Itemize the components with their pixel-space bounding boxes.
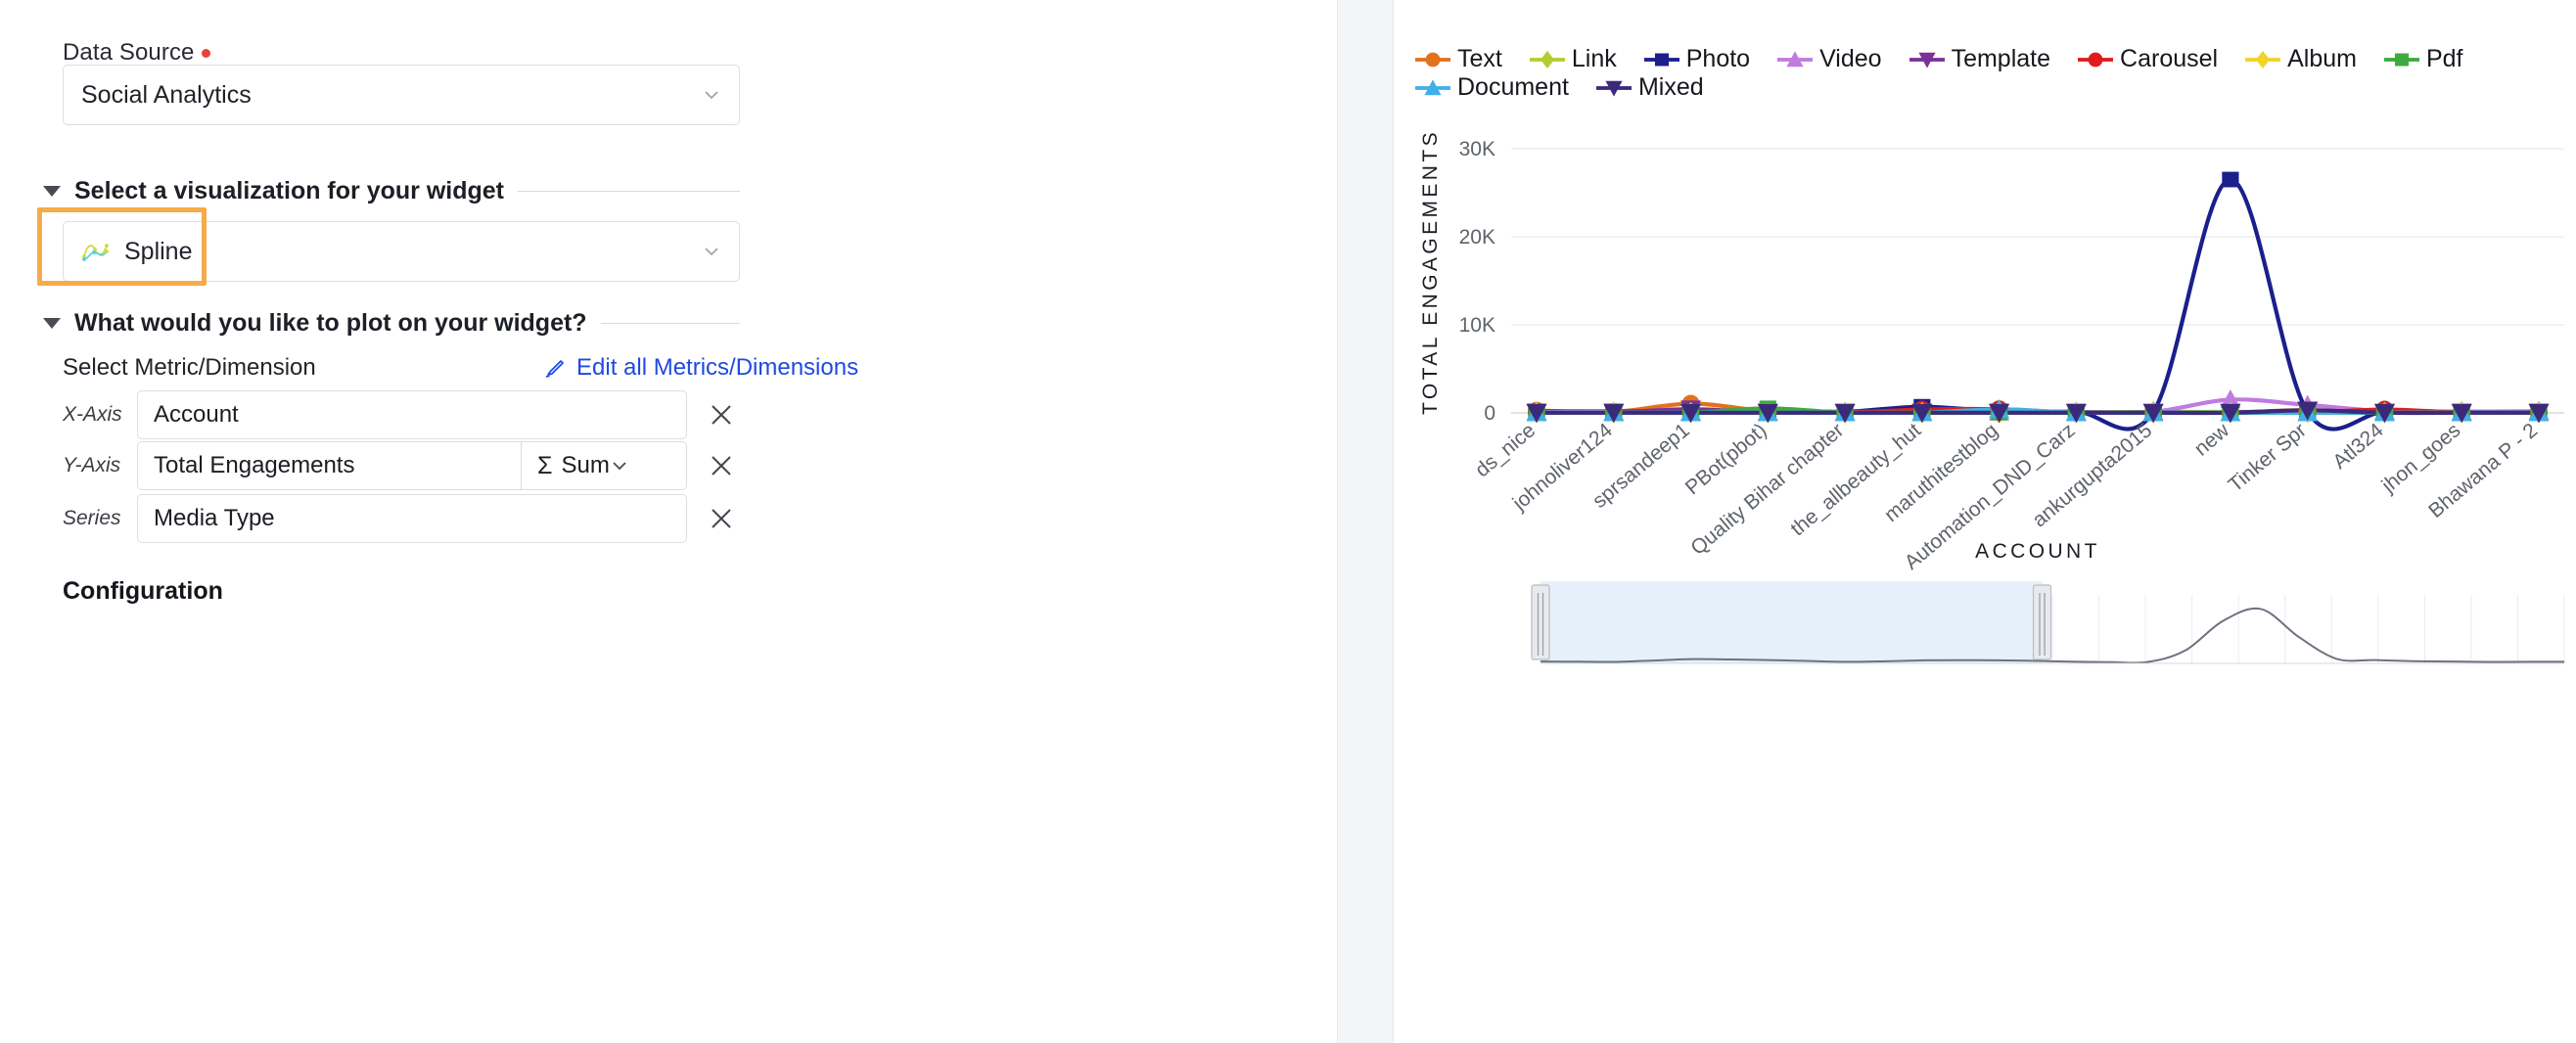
legend-marker-mixed-icon (1595, 77, 1632, 99)
y-axis-aggregation-select[interactable]: Σ Sum (521, 441, 687, 490)
x-axis-row: X-Axis Account (63, 389, 738, 440)
y-axis-aggregation-value: Sum (561, 452, 610, 478)
series-field[interactable]: Media Type (137, 494, 687, 543)
visualization-section-title: Select a visualization for your widget (74, 177, 504, 204)
legend-marker-template-icon (1909, 49, 1945, 70)
collapse-triangle-icon[interactable] (43, 186, 61, 197)
chevron-down-icon (702, 85, 721, 105)
chart-legend: Text Link Photo Video Template Carousel Album P… (1415, 45, 2570, 102)
legend-marker-video-icon (1777, 49, 1814, 70)
legend-marker-photo-icon (1643, 49, 1679, 70)
legend-item-template[interactable]: Template (1909, 45, 2050, 73)
chart-text-label: the_allbeauty_hut (1786, 419, 1925, 540)
legend-label: Text (1457, 45, 1502, 72)
x-axis-field[interactable]: Account (137, 390, 687, 439)
legend-label: Photo (1685, 45, 1751, 72)
configuration-heading: Configuration (63, 577, 223, 605)
legend-item-document[interactable]: Document (1415, 73, 1569, 102)
chart-text-label: Quality Bihar chapter (1686, 419, 1848, 560)
sigma-icon: Σ (537, 451, 553, 479)
visualization-value: Spline (124, 237, 193, 265)
remove-x-axis-button[interactable] (705, 398, 738, 431)
required-indicator-icon (201, 49, 210, 59)
edit-all-metrics-label: Edit all Metrics/Dimensions (576, 354, 859, 381)
legend-item-album[interactable]: Album (2245, 45, 2357, 73)
visualization-section-header[interactable]: Select a visualization for your widget (43, 177, 740, 205)
legend-marker-carousel-icon (2078, 49, 2114, 70)
legend-label: Pdf (2425, 45, 2463, 72)
legend-marker-document-icon (1415, 77, 1450, 99)
spline-chart: 010K20K30KTOTAL ENGAGEMENTSds_nicejohnol… (1419, 129, 2565, 664)
legend-label: Link (1571, 45, 1617, 72)
legend-item-link[interactable]: Link (1529, 45, 1617, 73)
chart-preview-panel: Text Link Photo Video Template Carousel Album P… (1394, 0, 2576, 1043)
legend-marker-text-icon (1415, 49, 1450, 70)
series-value: Media Type (154, 505, 275, 531)
y-axis-row: Y-Axis Total Engagements Σ Sum (63, 440, 738, 491)
panel-divider (1337, 0, 1394, 1043)
series-label: Series (63, 507, 121, 529)
series-line (1534, 177, 2542, 431)
collapse-triangle-icon[interactable] (43, 318, 61, 329)
legend-item-pdf[interactable]: Pdf (2383, 45, 2463, 73)
chart-text-label: 20K (1459, 226, 1495, 249)
data-source-label: Data Source (63, 39, 195, 66)
legend-label: Carousel (2120, 45, 2219, 72)
section-divider (518, 191, 740, 192)
series-row: Series Media Type (63, 493, 738, 544)
x-axis-value: Account (154, 401, 239, 428)
chart-text-label: new (2190, 419, 2234, 461)
y-axis-field[interactable]: Total Engagements (137, 441, 521, 490)
edit-all-metrics-link[interactable]: Edit all Metrics/Dimensions (543, 354, 858, 382)
data-source-select[interactable]: Social Analytics (63, 65, 740, 125)
y-axis-value: Total Engagements (154, 452, 355, 478)
chart-text-label: 0 (1484, 402, 1495, 425)
chevron-down-icon (702, 242, 721, 261)
x-axis-label: X-Axis (63, 403, 122, 426)
chart-text-label: 10K (1459, 314, 1495, 337)
legend-marker-pdf-icon (2383, 49, 2419, 70)
chart-text-label: 30K (1459, 138, 1495, 160)
remove-y-axis-button[interactable] (705, 449, 738, 482)
plot-section-title: What would you like to plot on your widg… (74, 309, 587, 337)
legend-label: Template (1951, 45, 2051, 72)
widget-builder-screen: Data Source Social Analytics Select a vi… (0, 0, 2576, 1043)
chevron-down-icon (610, 456, 629, 476)
legend-label: Mixed (1637, 73, 1704, 101)
chart-text-label: Tinker Spr (2225, 419, 2311, 496)
legend-item-carousel[interactable]: Carousel (2078, 45, 2218, 73)
chart-text-label: ds_nice (1471, 419, 1540, 481)
legend-label: Album (2287, 45, 2357, 72)
legend-item-photo[interactable]: Photo (1643, 45, 1751, 73)
legend-label: Video (1819, 45, 1882, 72)
remove-series-button[interactable] (705, 502, 738, 535)
section-divider (600, 323, 740, 324)
legend-item-text[interactable]: Text (1415, 45, 1502, 73)
spline-icon (81, 239, 111, 264)
data-source-label-wrap: Data Source (63, 39, 210, 67)
y-axis-label: Y-Axis (63, 454, 121, 476)
chart-text-label: TOTAL ENGAGEMENTS (1419, 129, 1442, 415)
chart-text-label: ACCOUNT (1975, 540, 2100, 563)
legend-item-video[interactable]: Video (1777, 45, 1882, 73)
widget-config-panel: Data Source Social Analytics Select a vi… (0, 0, 1337, 1043)
legend-marker-link-icon (1529, 49, 1565, 70)
legend-item-mixed[interactable]: Mixed (1595, 73, 1704, 102)
legend-marker-album-icon (2245, 49, 2281, 70)
legend-label: Document (1457, 73, 1569, 101)
visualization-select[interactable]: Spline (63, 221, 740, 282)
pencil-icon (543, 356, 567, 380)
plot-section-header[interactable]: What would you like to plot on your widg… (43, 309, 740, 338)
data-source-value: Social Analytics (81, 80, 252, 109)
select-metric-dimension-label: Select Metric/Dimension (63, 354, 316, 381)
